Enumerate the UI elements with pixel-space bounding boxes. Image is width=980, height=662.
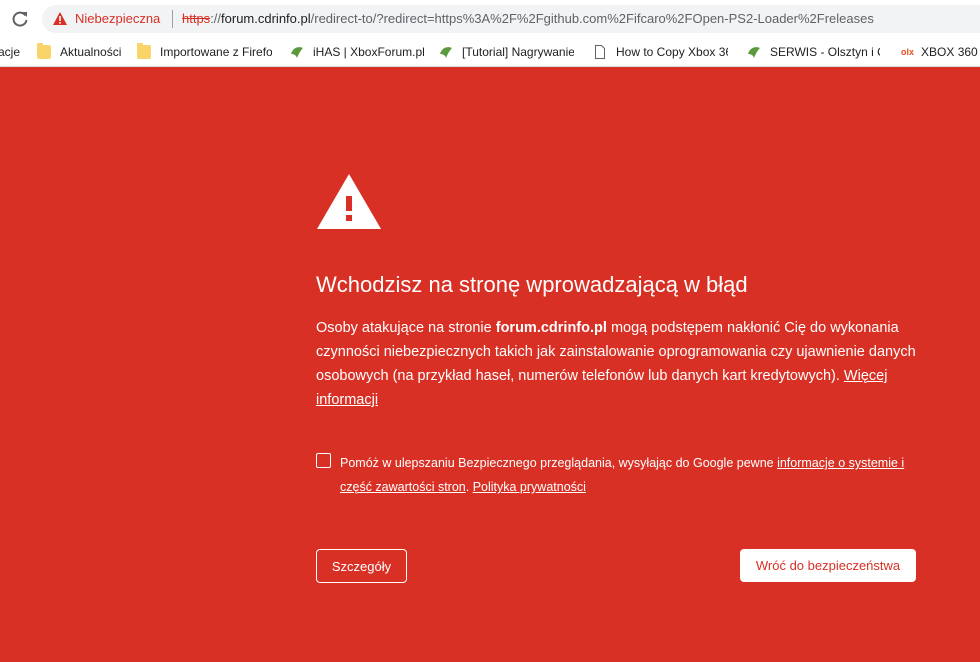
page-title: Wchodzisz na stronę wprowadzającą w błąd [316, 272, 748, 297]
bookmark-label: Importowane z Firefo [160, 45, 272, 59]
omnibox-divider [172, 10, 173, 28]
bookmark-item[interactable]: iHAS | XboxForum.pl [290, 44, 425, 60]
folder-icon [37, 43, 51, 59]
optin-text: Pomóż w ulepszaniu Bezpiecznego przegląd… [340, 456, 778, 470]
optin-separator: . [465, 480, 473, 494]
xbox-leaf-icon [440, 47, 452, 58]
bookmark-item[interactable]: SERWIS - Olsztyn i Ol [747, 44, 880, 60]
page-icon [595, 45, 605, 59]
report-optin-label: Pomóż w ulepszaniu Bezpiecznego przegląd… [340, 451, 930, 499]
url-text[interactable]: https://forum.cdrinfo.pl/redirect-to/?re… [182, 11, 874, 26]
description-text: Osoby atakujące na stronie [316, 320, 496, 336]
bookmark-item[interactable]: acje [0, 44, 20, 60]
bookmark-item[interactable]: Importowane z Firefo [137, 43, 272, 60]
bookmark-item[interactable]: olx XBOX 360 [901, 44, 978, 60]
warning-description: Osoby atakujące na stronie forum.cdrinfo… [316, 316, 916, 412]
browser-toolbar: Niebezpieczna https://forum.cdrinfo.pl/r… [0, 0, 980, 37]
bookmark-label: iHAS | XboxForum.pl [313, 45, 425, 59]
privacy-policy-link[interactable]: Polityka prywatności [473, 480, 586, 494]
bookmark-item[interactable]: [Tutorial] Nagrywanie [439, 44, 574, 60]
url-path: /redirect-to/?redirect=https%3A%2F%2Fgit… [310, 11, 874, 26]
warning-icon[interactable] [52, 11, 68, 26]
site-name: forum.cdrinfo.pl [495, 320, 607, 336]
bookmark-label: SERWIS - Olsztyn i Ol [770, 45, 880, 59]
olx-icon: olx [901, 47, 915, 57]
reload-icon[interactable] [10, 9, 30, 29]
bookmark-label: How to Copy Xbox 36 [616, 45, 728, 59]
bookmarks-bar: acje Aktualności Importowane z Firefo iH… [0, 37, 980, 67]
xbox-leaf-icon [291, 47, 303, 58]
security-status-label[interactable]: Niebezpieczna [75, 11, 160, 26]
back-to-safety-button[interactable]: Wróć do bezpieczeństwa [740, 549, 916, 582]
bookmark-label: [Tutorial] Nagrywanie [462, 45, 574, 59]
bookmark-label: acje [0, 45, 21, 59]
details-button[interactable]: Szczegóły [316, 549, 407, 583]
bookmark-item[interactable]: Aktualności [37, 43, 122, 60]
bookmark-label: XBOX 360 [921, 45, 978, 59]
folder-icon [137, 43, 151, 59]
warning-icon [317, 174, 381, 229]
xbox-leaf-icon [748, 47, 760, 58]
url-host: forum.cdrinfo.pl [221, 11, 311, 26]
bookmark-item[interactable]: How to Copy Xbox 36 [593, 44, 728, 60]
url-separator: :// [210, 11, 222, 26]
bookmark-label: Aktualności [60, 45, 122, 59]
report-optin-checkbox[interactable] [316, 453, 331, 468]
url-scheme: https [182, 11, 211, 26]
